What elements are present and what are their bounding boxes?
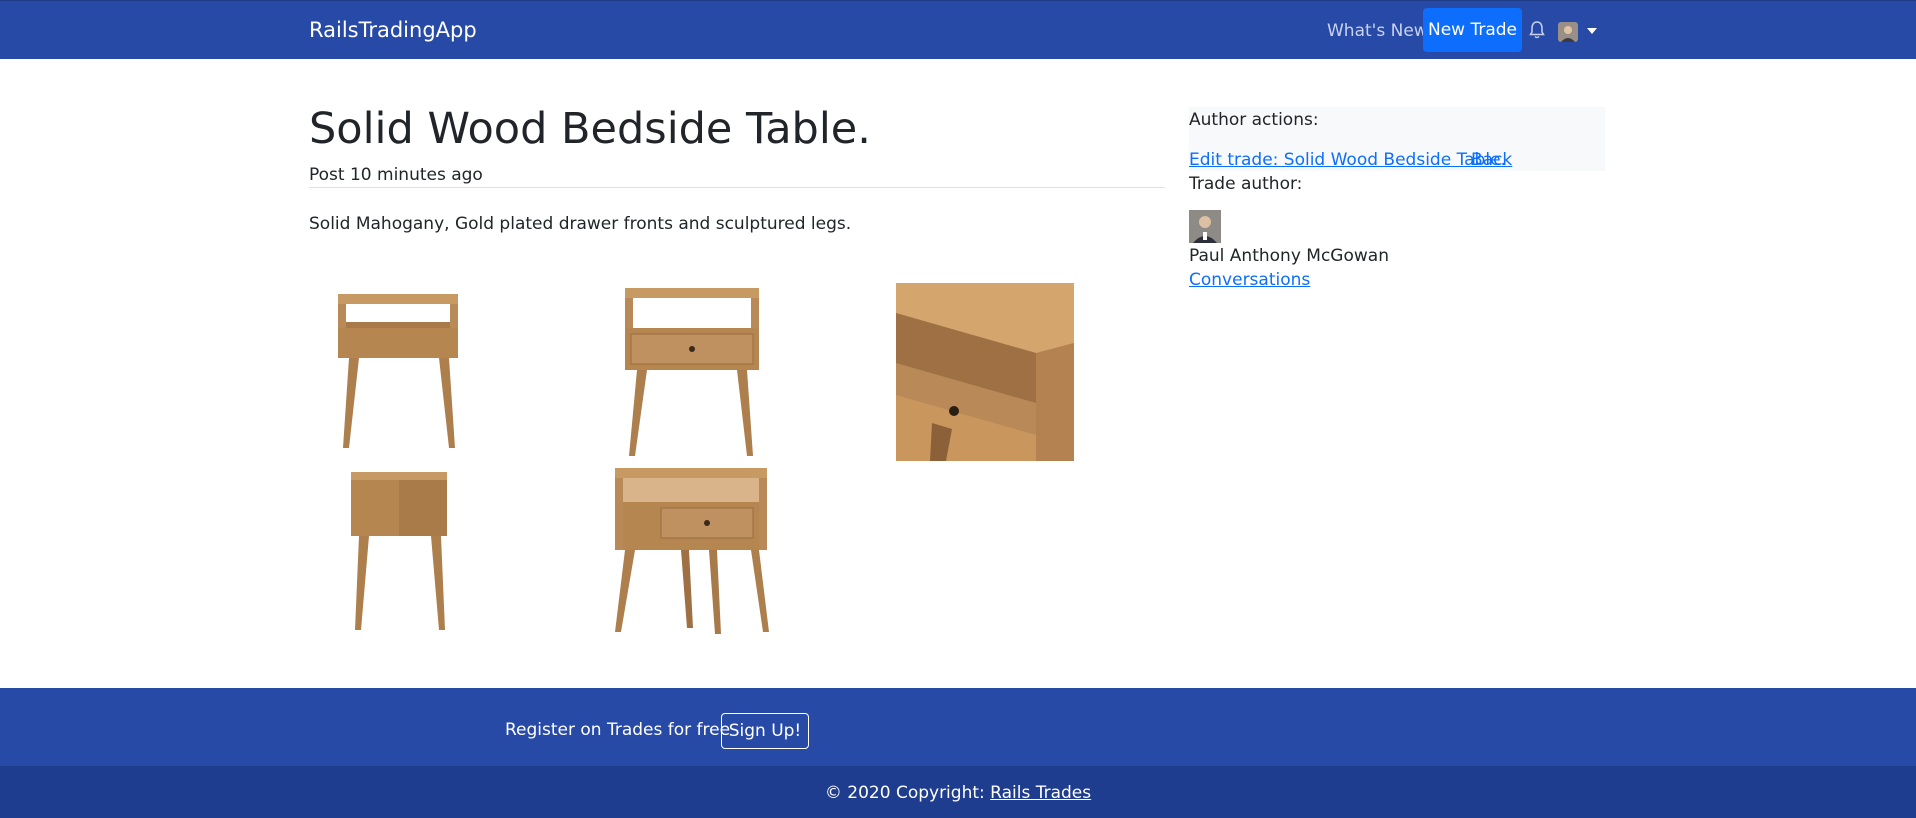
divider	[309, 187, 1165, 188]
whats-new-link[interactable]: What's New	[1327, 21, 1428, 41]
copyright-text: © 2020 Copyright:	[824, 783, 985, 803]
trade-image-3[interactable]	[896, 283, 1074, 461]
back-link[interactable]: Back	[1471, 150, 1512, 170]
copyright: © 2020 Copyright: Rails Trades	[0, 783, 1916, 803]
edit-trade-link[interactable]: Edit trade: Solid Wood Bedside Table.	[1189, 150, 1506, 170]
rails-trades-link[interactable]: Rails Trades	[990, 783, 1091, 803]
new-trade-button[interactable]: New Trade	[1423, 8, 1522, 52]
register-text: Register on Trades for free	[505, 720, 731, 740]
author-avatar	[1189, 210, 1221, 243]
conversations-link[interactable]: Conversations	[1189, 270, 1310, 290]
user-menu-caret-icon[interactable]	[1587, 28, 1597, 34]
sign-up-button[interactable]: Sign Up!	[721, 713, 809, 749]
trade-image-2[interactable]	[601, 282, 781, 456]
trade-author-label: Trade author:	[1189, 174, 1303, 194]
top-navbar: RailsTradingApp What's New New Trade	[0, 0, 1916, 59]
trade-title: Solid Wood Bedside Table.	[309, 104, 871, 154]
trade-image-5[interactable]	[601, 462, 781, 638]
posted-time: Post 10 minutes ago	[309, 165, 483, 185]
brand-link[interactable]: RailsTradingApp	[309, 18, 477, 42]
trade-description: Solid Mahogany, Gold plated drawer front…	[309, 214, 852, 234]
footer-register-band	[0, 688, 1916, 766]
user-avatar-icon[interactable]	[1558, 22, 1578, 42]
trade-image-4[interactable]	[309, 462, 489, 634]
trade-image-1[interactable]	[309, 282, 489, 454]
bell-icon[interactable]	[1528, 20, 1546, 40]
author-actions-label: Author actions:	[1189, 110, 1319, 130]
author-name: Paul Anthony McGowan	[1189, 246, 1389, 266]
